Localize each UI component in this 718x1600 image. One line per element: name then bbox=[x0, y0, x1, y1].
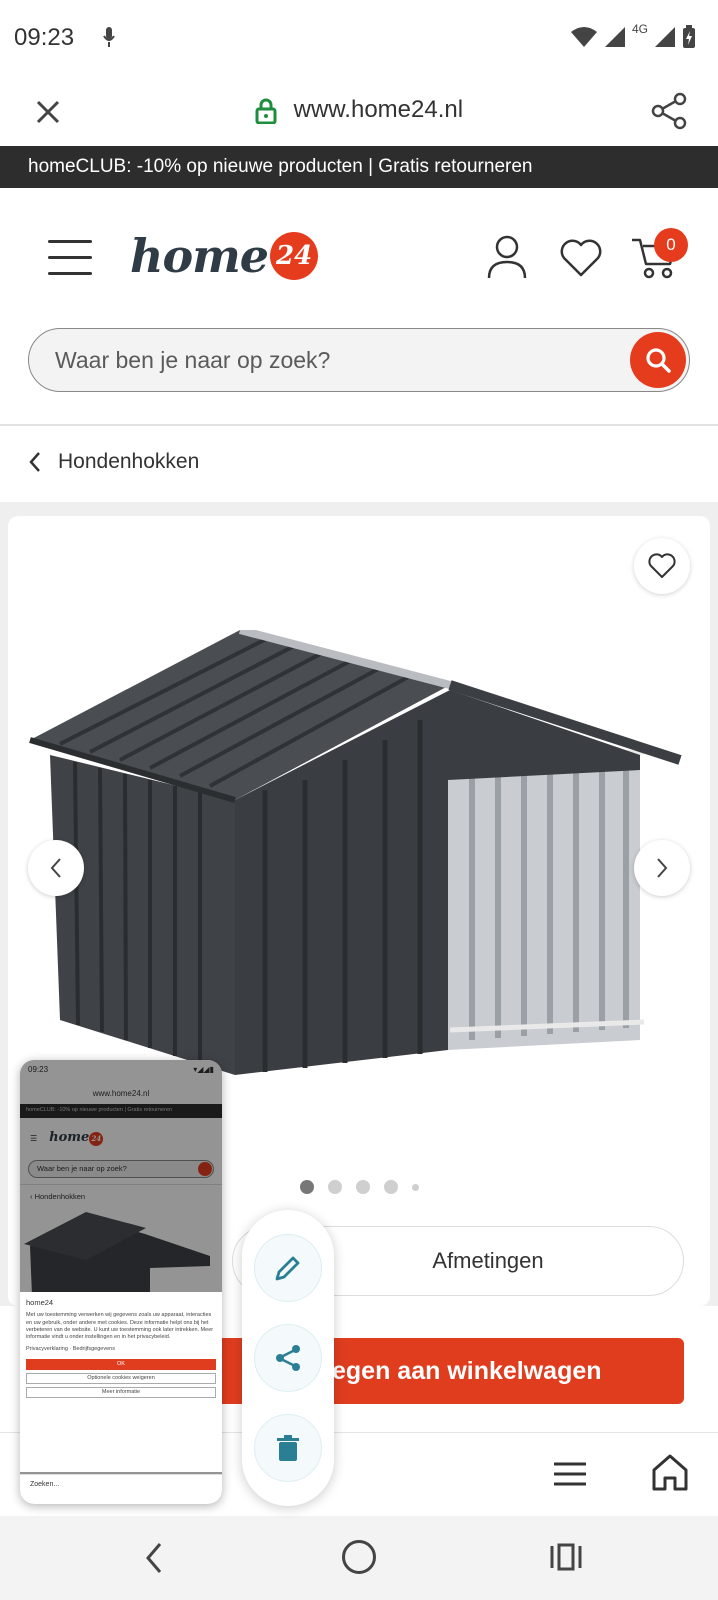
preview-ok-button: OK bbox=[26, 1359, 216, 1371]
promo-banner[interactable]: homeCLUB: -10% op nieuwe producten | Gra… bbox=[0, 146, 718, 188]
pagination-dot[interactable] bbox=[328, 1180, 342, 1194]
menu-button[interactable] bbox=[48, 240, 92, 276]
preview-cookie-links: Privacyverklaring · Bedrijfsgegevens bbox=[26, 1345, 115, 1352]
wifi-icon bbox=[570, 27, 597, 47]
heart-icon bbox=[648, 553, 676, 578]
menu-line bbox=[48, 256, 92, 259]
edit-button[interactable] bbox=[254, 1234, 322, 1302]
menu-line bbox=[48, 240, 92, 243]
search-icon bbox=[646, 348, 671, 373]
preview-cookie-dialog: home24 Met uw toestemming verwerken wij … bbox=[20, 1292, 222, 1472]
menu-line bbox=[48, 272, 92, 275]
battery-icon bbox=[683, 25, 695, 48]
pagination-dot[interactable] bbox=[356, 1180, 370, 1194]
share-icon bbox=[276, 1345, 300, 1371]
breadcrumb[interactable]: Hondenhokken bbox=[28, 450, 199, 474]
search-bar bbox=[28, 328, 690, 392]
recents-icon[interactable] bbox=[548, 1542, 584, 1572]
delete-button[interactable] bbox=[254, 1414, 322, 1482]
signal-icon bbox=[604, 27, 625, 47]
preview-cookie-text: Met uw toestemming verwerken wij gegeven… bbox=[26, 1312, 214, 1341]
site-header: home 24 bbox=[0, 188, 718, 324]
pagination-dot[interactable] bbox=[300, 1180, 314, 1194]
status-bar: 09:23 4G bbox=[0, 0, 718, 76]
preview-bottom-bar: Zoeken... bbox=[20, 1474, 222, 1504]
search-button[interactable] bbox=[630, 332, 686, 388]
status-icons: 4G bbox=[570, 22, 696, 52]
favorite-button[interactable] bbox=[634, 538, 690, 594]
back-icon[interactable] bbox=[140, 1540, 170, 1576]
signal-icon-2 bbox=[655, 27, 675, 47]
product-image[interactable] bbox=[20, 630, 700, 1100]
preview-cookie-title: home24 bbox=[26, 1298, 54, 1307]
share-icon[interactable] bbox=[650, 92, 688, 130]
gallery-pagination bbox=[300, 1180, 419, 1194]
url-text: www.home24.nl bbox=[293, 96, 464, 123]
chevron-left-icon bbox=[29, 452, 40, 472]
status-time: 09:23 bbox=[14, 24, 75, 51]
account-icon[interactable] bbox=[486, 234, 528, 280]
address-bar[interactable]: www.home24.nl bbox=[0, 96, 718, 124]
preview-optional-button: Optionele cookies weigeren bbox=[26, 1373, 216, 1385]
breadcrumb-label: Hondenhokken bbox=[58, 450, 200, 473]
preview-more-button: Meer informatie bbox=[26, 1387, 216, 1399]
browser-toolbar: www.home24.nl bbox=[0, 76, 718, 146]
cart-count-badge: 0 bbox=[654, 228, 688, 262]
lock-icon bbox=[255, 98, 277, 124]
logo-badge: 24 bbox=[270, 232, 319, 280]
preview-bottom-search: Zoeken... bbox=[30, 1481, 60, 1488]
chevron-left-icon bbox=[50, 858, 61, 878]
screenshot-preview[interactable]: 09:23 ▾◢◢▮ www.home24.nl homeCLUB: -10% … bbox=[20, 1060, 222, 1504]
search-input[interactable] bbox=[55, 329, 595, 391]
microphone-icon bbox=[103, 27, 115, 47]
home24-logo[interactable]: home 24 bbox=[130, 226, 319, 286]
home-icon[interactable] bbox=[650, 1452, 690, 1492]
pagination-dot[interactable] bbox=[412, 1183, 419, 1191]
next-image-button[interactable] bbox=[634, 840, 690, 896]
previous-image-button[interactable] bbox=[28, 840, 84, 896]
home-circle-icon[interactable] bbox=[342, 1540, 376, 1574]
pencil-icon bbox=[275, 1256, 300, 1281]
list-icon[interactable] bbox=[552, 1456, 588, 1492]
wishlist-heart-icon[interactable] bbox=[558, 238, 604, 278]
trash-icon bbox=[277, 1435, 299, 1461]
share-screenshot-button[interactable] bbox=[254, 1324, 322, 1392]
pagination-dot[interactable] bbox=[384, 1180, 398, 1194]
header-divider bbox=[0, 424, 718, 426]
network-label: 4G bbox=[631, 22, 648, 36]
logo-text: home bbox=[130, 229, 269, 283]
chevron-right-icon bbox=[657, 858, 668, 878]
